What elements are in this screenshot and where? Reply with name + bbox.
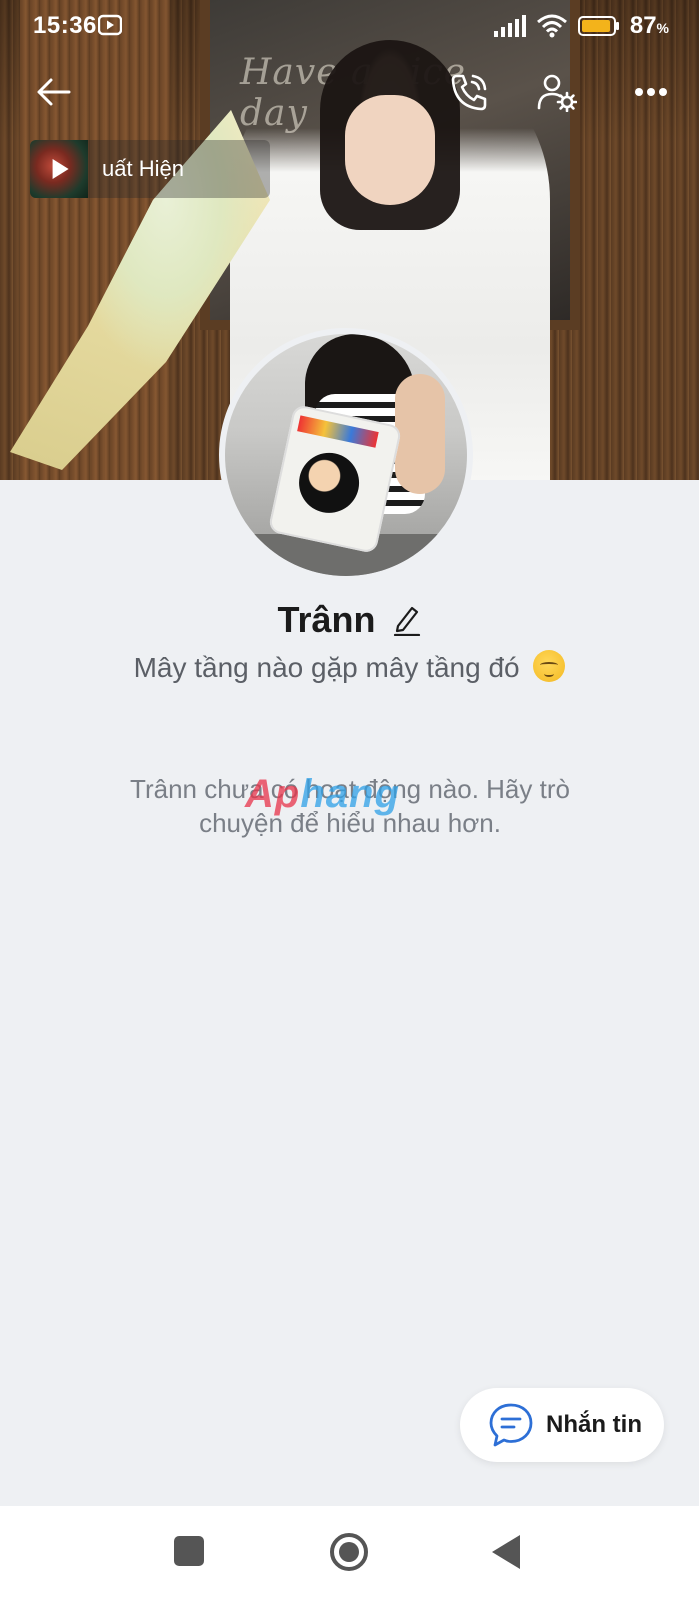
home-button[interactable] [329,1532,369,1572]
phone-call-icon [451,74,487,111]
system-nav-bar [0,1506,699,1600]
user-settings-icon [537,74,577,112]
status-indicators: 87% [493,12,669,40]
profile-bio-text: Mây tầng nào gặp mây tầng đó [133,652,520,683]
send-message-button[interactable]: Nhắn tin [460,1388,664,1462]
status-bar: 15:36 87% [0,0,699,52]
wifi-icon [536,14,567,38]
battery-icon [577,16,619,36]
battery-percent: 87% [629,12,669,39]
more-dots-icon [635,88,667,96]
back-button[interactable] [28,70,78,114]
avatar-arm [395,374,445,494]
profile-settings-button[interactable] [532,68,582,116]
more-button[interactable] [626,74,676,110]
profile-screen: Have a nice day 15:36 [0,0,699,1600]
profile-name: Trânn [277,599,376,640]
top-nav [0,62,699,122]
system-back-button[interactable] [492,1535,520,1569]
pensive-face-emoji [533,650,566,682]
profile-name-row: Trânn [0,598,699,642]
avatar[interactable] [219,328,473,582]
pencil-icon [393,606,420,636]
empty-activity-message: Trânn chưa có hoạt động nào. Hãy trò chu… [130,774,570,838]
music-thumbnail [30,140,88,198]
arrow-left-icon [37,78,71,106]
music-title: uất Hiện [102,156,184,181]
send-message-label: Nhắn tin [546,1411,642,1438]
call-button[interactable] [444,68,494,116]
signal-icon [493,15,526,37]
status-time: 15:36 [33,12,97,39]
profile-bio: Mây tầng nào gặp mây tầng đó [0,650,699,684]
edit-name-button[interactable] [392,603,422,637]
profile-music-chip[interactable]: uất Hiện [30,140,270,198]
chat-bubble-icon [489,1403,533,1447]
play-icon [52,159,69,179]
youtube-icon [98,14,122,36]
avatar-tote-bag [267,403,403,555]
recent-apps-button[interactable] [174,1536,204,1566]
